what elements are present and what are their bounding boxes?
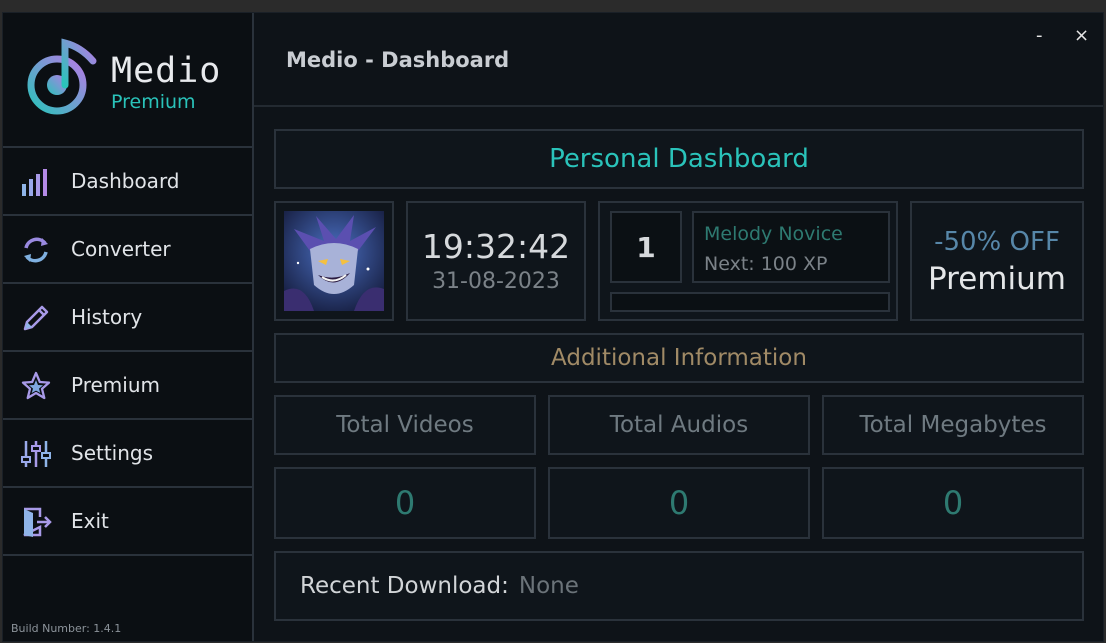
exit-door-icon — [23, 507, 52, 537]
clock-time: 19:32:42 — [421, 227, 571, 266]
build-number: Build Number: 1.4.1 — [11, 622, 122, 635]
close-button[interactable]: × — [1074, 25, 1089, 46]
sidebar: Medio Premium Dashboard Converter Histor… — [3, 13, 254, 641]
sidebar-item-premium[interactable]: Premium — [3, 352, 252, 420]
dashboard-title-panel: Personal Dashboard — [274, 129, 1084, 189]
clock-panel: 19:32:42 31-08-2023 — [406, 201, 586, 321]
stat-value-megabytes: 0 — [822, 467, 1084, 539]
sidebar-item-label: History — [71, 305, 143, 329]
stat-value-audios: 0 — [548, 467, 810, 539]
next-xp: Next: 100 XP — [704, 253, 828, 275]
stat-label: Total Megabytes — [859, 412, 1047, 438]
promo-discount: -50% OFF — [934, 227, 1060, 257]
app-name: Medio — [111, 51, 222, 91]
app-window: Medio Premium Dashboard Converter Histor… — [2, 12, 1104, 642]
sidebar-item-label: Settings — [71, 441, 154, 465]
stat-value: 0 — [394, 484, 416, 522]
bar-chart-icon — [22, 169, 47, 196]
level-badge: 1 — [610, 211, 682, 283]
level-panel: 1 Melody Novice Next: 100 XP — [598, 201, 898, 321]
sidebar-item-exit[interactable]: Exit — [3, 488, 252, 556]
sidebar-item-label: Exit — [71, 509, 109, 533]
stat-value: 0 — [668, 484, 690, 522]
xp-progress-bar — [610, 292, 890, 312]
sidebar-item-dashboard[interactable]: Dashboard — [3, 148, 252, 216]
level-number: 1 — [636, 230, 656, 264]
music-note-logo-icon — [27, 38, 97, 115]
app-tier: Premium — [111, 91, 196, 113]
stat-value-videos: 0 — [274, 467, 536, 539]
rank-name: Melody Novice — [704, 223, 843, 245]
refresh-icon — [24, 237, 48, 263]
sidebar-item-settings[interactable]: Settings — [3, 420, 252, 488]
recent-download-label: Recent Download: — [300, 573, 509, 599]
avatar-panel — [274, 201, 394, 321]
stat-label: Total Videos — [336, 412, 474, 438]
app-logo: Medio Premium — [3, 13, 252, 148]
dashboard-title: Personal Dashboard — [549, 144, 809, 174]
recent-download-value: None — [518, 573, 579, 599]
sidebar-item-label: Premium — [71, 373, 160, 397]
sidebar-nav: Dashboard Converter History Premium Sett… — [3, 148, 252, 556]
stat-label-videos: Total Videos — [274, 395, 536, 455]
avatar[interactable] — [284, 211, 384, 311]
rank-box: Melody Novice Next: 100 XP — [692, 211, 890, 283]
stat-value: 0 — [942, 484, 964, 522]
sliders-icon — [21, 441, 51, 467]
star-icon — [21, 371, 51, 400]
stat-label-megabytes: Total Megabytes — [822, 395, 1084, 455]
sidebar-item-converter[interactable]: Converter — [3, 216, 252, 284]
sidebar-item-label: Dashboard — [71, 169, 180, 193]
clock-date: 31-08-2023 — [432, 269, 560, 294]
pencil-icon — [23, 305, 49, 331]
premium-promo-panel[interactable]: -50% OFF Premium — [910, 201, 1084, 321]
info-title-panel: Additional Information — [274, 333, 1084, 383]
minimize-button[interactable]: - — [1036, 25, 1043, 46]
header-divider — [254, 105, 1103, 107]
info-title: Additional Information — [551, 345, 807, 371]
stat-label-audios: Total Audios — [548, 395, 810, 455]
sidebar-item-history[interactable]: History — [3, 284, 252, 352]
recent-download-panel: Recent Download: None — [274, 551, 1084, 621]
sidebar-item-label: Converter — [71, 237, 171, 261]
stat-label: Total Audios — [609, 412, 749, 438]
promo-name: Premium — [928, 261, 1066, 297]
page-title: Medio - Dashboard — [286, 48, 510, 72]
